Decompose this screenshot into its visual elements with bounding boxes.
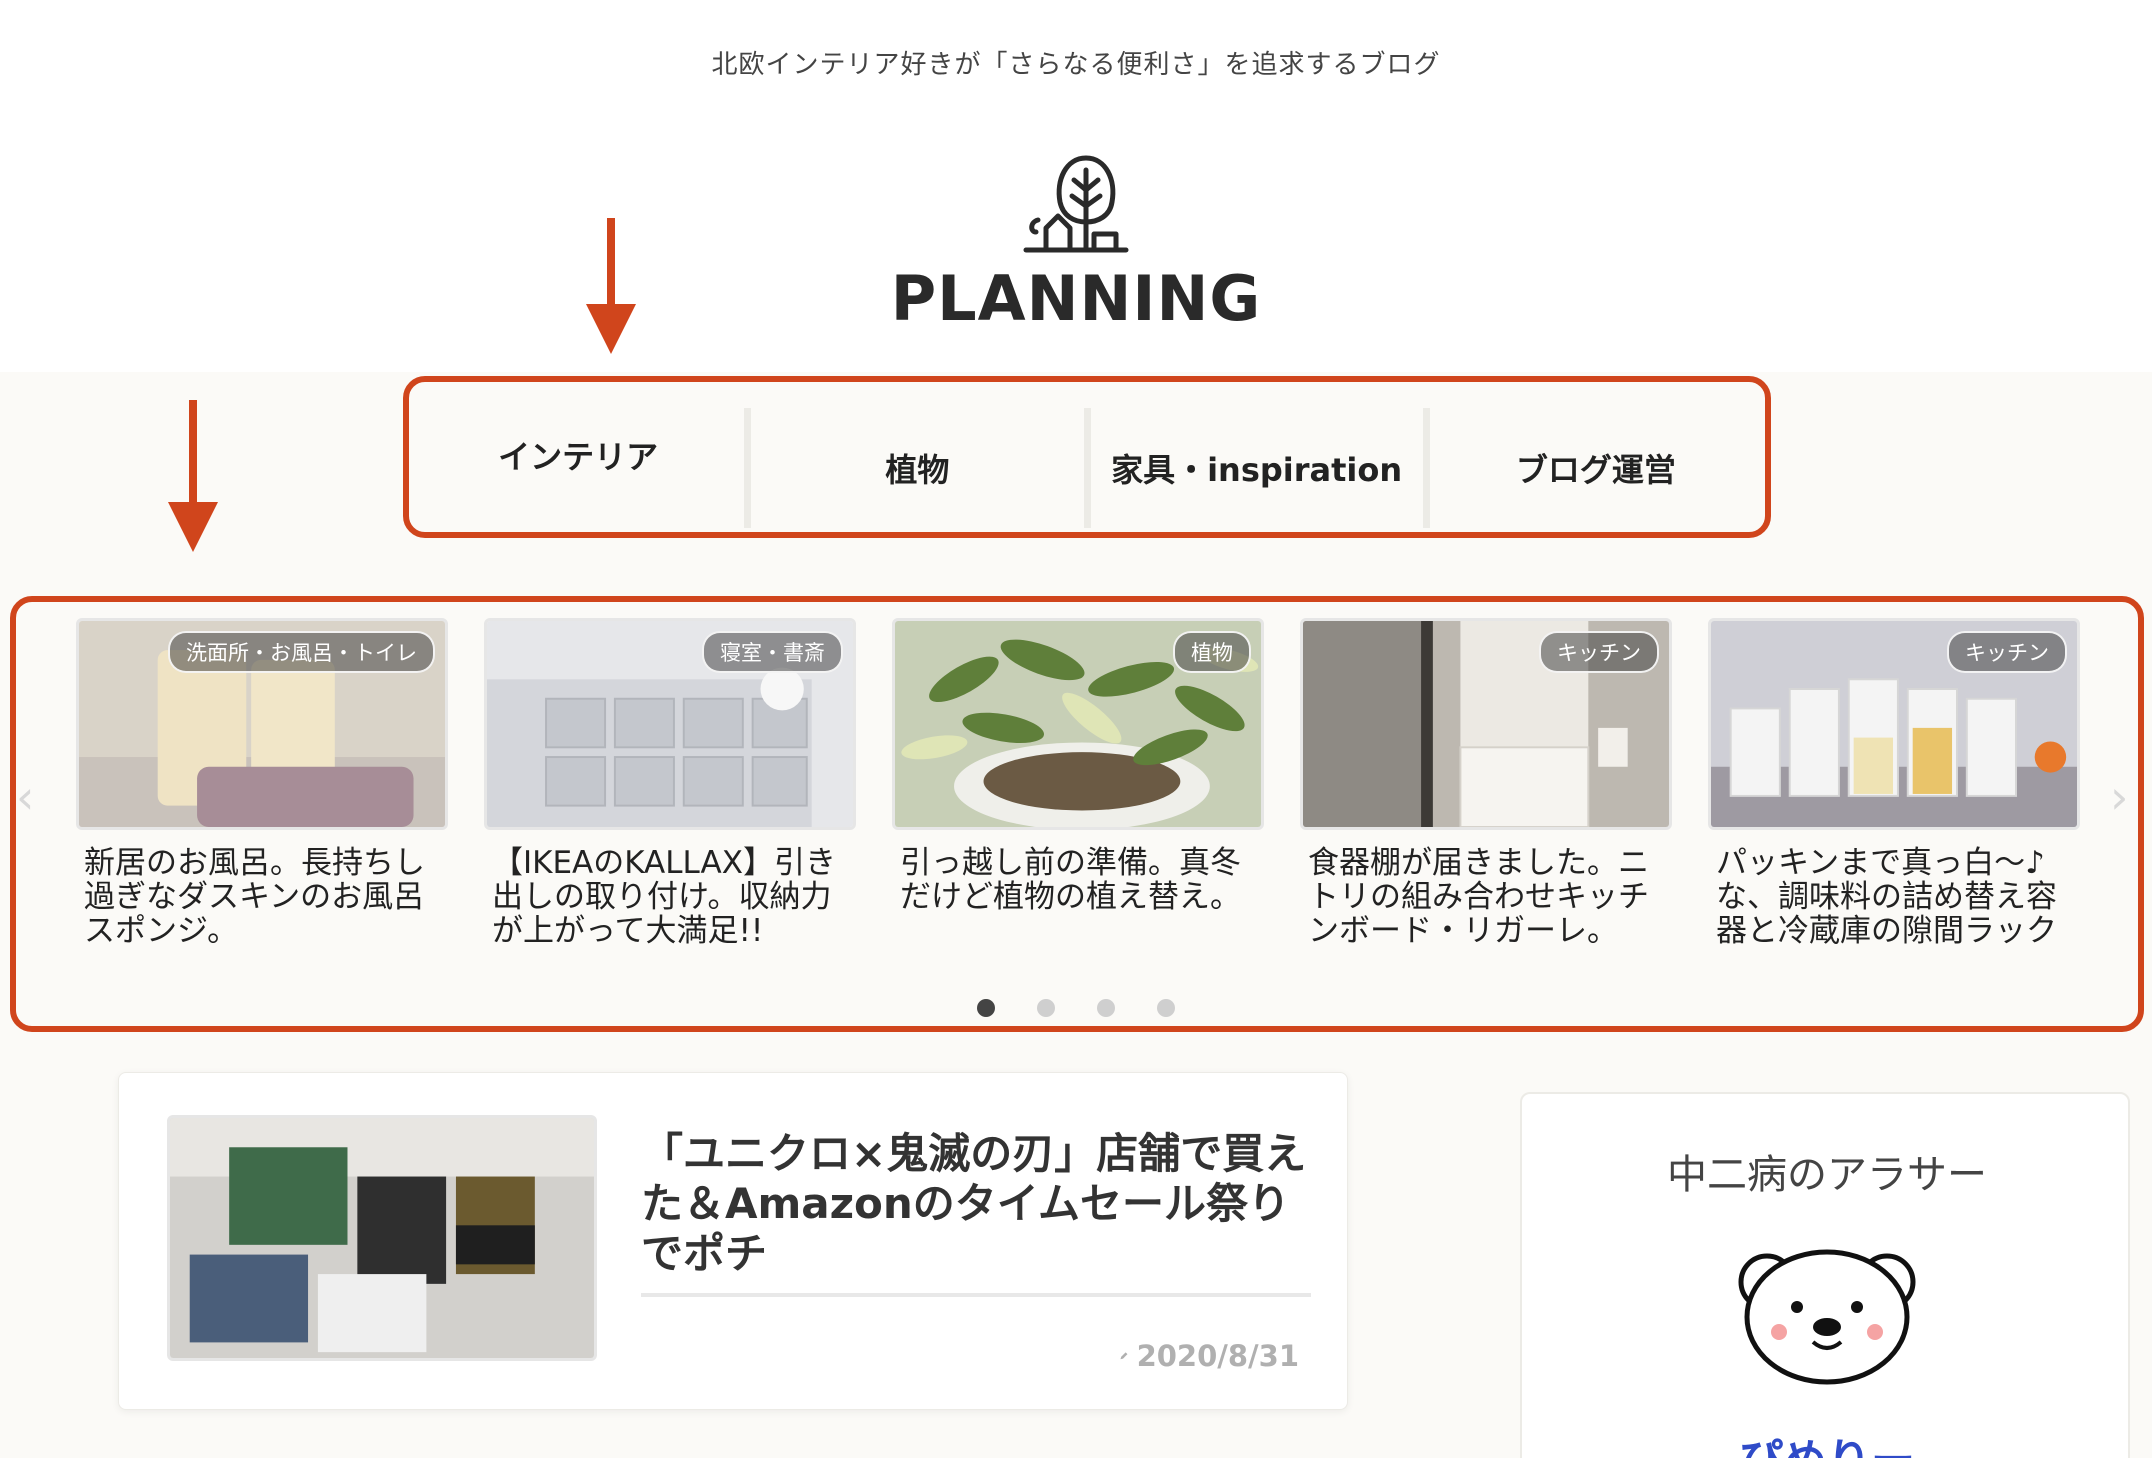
nav-item-plants[interactable]: 植物 [751,408,1091,528]
carousel-slide[interactable]: 洗面所・お風呂・トイレ 新居のお風呂。長持ちし過ぎなダスキンのお風呂スポンジ。 [76,618,448,948]
slide-title[interactable]: 引っ越し前の準備。真冬だけど植物の植え替え。 [892,846,1264,914]
global-nav: インテリア 植物 家具・inspiration ブログ運営 [412,408,1762,528]
carousel-dot[interactable] [1097,999,1115,1017]
profile-avatar[interactable] [1727,1212,1927,1412]
slide-thumbnail[interactable]: 寝室・書斎 [484,618,856,830]
carousel-dot[interactable] [1157,999,1175,1017]
nav-item-interior[interactable]: インテリア [412,408,752,528]
slide-title[interactable]: 【IKEAのKALLAX】引き出しの取り付け。収納力が上がって大満足!! [484,846,856,948]
profile-name[interactable]: ぴめりー [1522,1424,2132,1458]
annotation-arrow-down-icon [168,400,218,552]
carousel-dot[interactable] [1037,999,1055,1017]
nav-item-furniture[interactable]: 家具・inspiration [1091,408,1430,528]
nav-item-blog[interactable]: ブログ運営 [1430,408,1762,528]
site-tagline: 北欧インテリア好きが「さらなる便利さ」を追求するブログ [711,50,1441,80]
slide-thumbnail[interactable]: キッチン [1708,618,2080,830]
bear-avatar-icon [1738,1249,1916,1385]
carousel-pagination [0,999,2152,1017]
profile-title: 中二病のアラサー [1667,1152,1987,1198]
slide-category-badge: 洗面所・お風呂・トイレ [168,631,435,673]
site-logo[interactable] [0,150,2152,260]
article-thumbnail[interactable] [167,1115,597,1361]
slide-thumbnail[interactable]: 洗面所・お風呂・トイレ [76,618,448,830]
carousel-slide[interactable]: 寝室・書斎 【IKEAのKALLAX】引き出しの取り付け。収納力が上がって大満足… [484,618,856,948]
site-logo-text[interactable]: PLANNING [0,262,2152,335]
carousel-slide[interactable]: キッチン パッキンまで真っ白〜♪な、調味料の詰め替え容器と冷蔵庫の隙間ラック [1708,618,2080,948]
article-date: 2020/8/31 [1119,1339,1299,1373]
annotation-arrow-down-icon [586,218,636,354]
slide-category-badge: 植物 [1173,631,1251,673]
slide-title[interactable]: 新居のお風呂。長持ちし過ぎなダスキンのお風呂スポンジ。 [76,846,448,948]
tree-house-icon [1023,155,1129,253]
page: 北欧インテリア好きが「さらなる便利さ」を追求するブログ PLANNING インテ… [0,0,2152,1458]
slide-thumbnail[interactable]: 植物 [892,618,1264,830]
carousel-slide[interactable]: キッチン 食器棚が届きました。ニトリの組み合わせキッチンボード・リガーレ。 [1300,618,1672,948]
uniqlo-goods-photo [170,1118,594,1358]
slide-category-badge: キッチン [1539,631,1659,673]
article-title[interactable]: 「ユニクロ×鬼滅の刃」店舗で買えた＆Amazonのタイムセール祭りでポチ [641,1129,1311,1297]
slide-category-badge: キッチン [1947,631,2067,673]
chevron-right-icon[interactable]: › [2110,770,2128,824]
pencil-icon [1120,1352,1128,1360]
carousel-slide[interactable]: 植物 引っ越し前の準備。真冬だけど植物の植え替え。 [892,618,1264,914]
article-card[interactable]: 「ユニクロ×鬼滅の刃」店舗で買えた＆Amazonのタイムセール祭りでポチ 202… [118,1072,1348,1410]
carousel-dot[interactable] [977,999,995,1017]
profile-widget: 中二病のアラサー ぴめりー [1520,1092,2130,1458]
slide-category-badge: 寝室・書斎 [702,631,843,673]
slide-title[interactable]: 食器棚が届きました。ニトリの組み合わせキッチンボード・リガーレ。 [1300,846,1672,948]
slide-title[interactable]: パッキンまで真っ白〜♪な、調味料の詰め替え容器と冷蔵庫の隙間ラック [1708,846,2080,948]
article-date-text: 2020/8/31 [1136,1339,1299,1373]
chevron-left-icon[interactable]: ‹ [16,770,34,824]
slide-thumbnail[interactable]: キッチン [1300,618,1672,830]
